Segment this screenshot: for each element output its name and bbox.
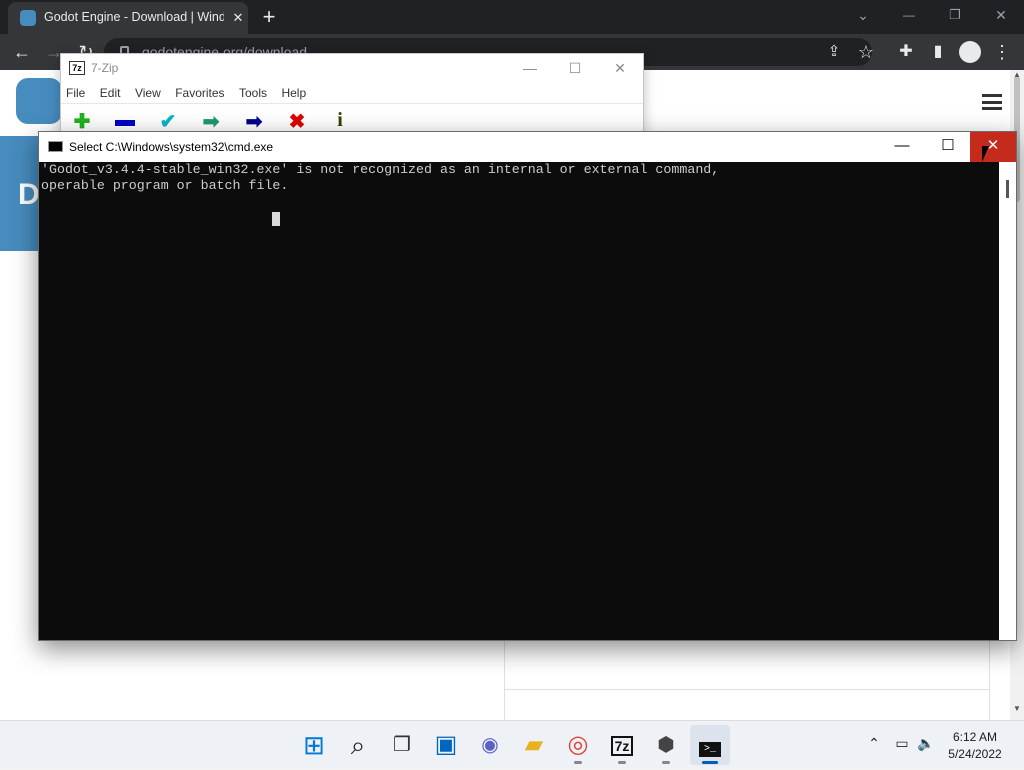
- page-hero: D: [0, 136, 40, 251]
- profile-icon[interactable]: [959, 41, 981, 63]
- chat-icon[interactable]: ◉: [470, 725, 510, 765]
- cmd-scroll-thumb[interactable]: [1006, 180, 1009, 198]
- chrome-icon[interactable]: ◎: [558, 725, 598, 765]
- cmd-app-icon: [48, 141, 63, 152]
- back-icon[interactable]: ←: [10, 40, 34, 64]
- cmd-titlebar[interactable]: Select C:\Windows\system32\cmd.exe — ☐ ✕: [39, 132, 1016, 162]
- widgets-glyph: ▣: [434, 731, 458, 758]
- window-close-icon[interactable]: ✕: [989, 3, 1013, 27]
- 7zip-taskbar-icon[interactable]: 7z: [602, 725, 642, 765]
- browser-tabstrip: Godot Engine - Download | Wind ✕ + ⌄ — ❐…: [0, 0, 1024, 34]
- 7zip-glyph: 7z: [610, 736, 634, 756]
- menu-file[interactable]: File: [61, 82, 90, 100]
- cmd-minimize-icon[interactable]: —: [879, 132, 925, 162]
- tab-title: Godot Engine - Download | Wind: [44, 10, 224, 24]
- 7zip-titlebar[interactable]: 7z 7-Zip — ☐ ✕: [61, 54, 643, 82]
- card-divider: [505, 689, 989, 690]
- new-tab-icon[interactable]: +: [257, 5, 281, 29]
- 7zip-app-icon: 7z: [69, 61, 85, 75]
- start-icon[interactable]: ⊞: [294, 725, 334, 765]
- sidebar-icon[interactable]: ▮: [926, 40, 950, 64]
- download-card: [504, 640, 990, 720]
- task-view-icon[interactable]: ❐: [382, 725, 422, 765]
- 7zip-menubar: File Edit View Favorites Tools Help: [61, 82, 643, 104]
- chat-glyph: ◉: [481, 734, 499, 756]
- cmd-output-line: 'Godot_v3.4.4-stable_win32.exe' is not r…: [41, 162, 720, 177]
- chevron-up-icon[interactable]: ⌃: [864, 735, 884, 752]
- search-icon[interactable]: ⌕: [338, 725, 378, 765]
- tab-close-icon[interactable]: ✕: [226, 6, 250, 30]
- godot-logo-icon[interactable]: [16, 78, 62, 124]
- cmd-maximize-icon[interactable]: ☐: [925, 132, 971, 162]
- window-restore-icon[interactable]: ❐: [943, 3, 967, 27]
- star-icon[interactable]: ☆: [854, 40, 878, 64]
- godot-favicon-icon: [20, 10, 36, 26]
- menu-tools[interactable]: Tools: [234, 82, 272, 100]
- file-explorer-glyph: ▰: [524, 731, 544, 758]
- unity-icon[interactable]: ⬢: [646, 725, 686, 765]
- task-view-glyph: ❐: [393, 734, 411, 756]
- menu-edit[interactable]: Edit: [95, 82, 126, 100]
- 7zip-minimize-icon[interactable]: —: [507, 54, 553, 82]
- search-glyph: ⌕: [350, 730, 366, 760]
- running-indicator: [662, 761, 670, 764]
- file-explorer-icon[interactable]: ▰: [514, 725, 554, 765]
- menu-help[interactable]: Help: [276, 82, 311, 100]
- browser-tab[interactable]: Godot Engine - Download | Wind ✕: [8, 2, 248, 34]
- running-indicator: [702, 761, 718, 764]
- chrome-glyph: ◎: [567, 731, 589, 758]
- cmd-window[interactable]: Select C:\Windows\system32\cmd.exe — ☐ ✕…: [38, 131, 1017, 641]
- hero-heading: D: [18, 178, 40, 211]
- text-cursor: [272, 212, 280, 226]
- cmd-scrollbar[interactable]: [999, 162, 1016, 640]
- cmd-output[interactable]: 'Godot_v3.4.4-stable_win32.exe' is not r…: [39, 162, 999, 640]
- running-indicator: [574, 761, 582, 764]
- share-icon[interactable]: ⇪: [822, 40, 846, 64]
- 7zip-close-icon[interactable]: ✕: [597, 54, 643, 82]
- running-indicator: [618, 761, 626, 764]
- widgets-icon[interactable]: ▣: [426, 725, 466, 765]
- tab-search-icon[interactable]: ⌄: [851, 3, 875, 27]
- clock-date[interactable]: 5/24/2022: [930, 747, 1020, 761]
- cmd-output-line: operable program or batch file.: [41, 178, 289, 193]
- 7zip-maximize-icon[interactable]: ☐: [552, 54, 598, 82]
- 7zip-title: 7-Zip: [91, 61, 119, 75]
- cmd-taskbar-icon[interactable]: >_: [690, 725, 730, 765]
- menu-favorites[interactable]: Favorites: [170, 82, 229, 100]
- hamburger-menu-icon[interactable]: [982, 94, 1002, 110]
- scroll-down-arrow-icon[interactable]: ▼: [1013, 704, 1021, 713]
- extract-icon[interactable]: ▬: [112, 109, 138, 132]
- unity-glyph: ⬢: [657, 734, 675, 756]
- taskbar: ⊞ ⌕ ❐ ▣ ◉ ▰ ◎ 7z ⬢ >_ ⌃ ▭ 🔈 6:12 AM 5/24…: [0, 720, 1024, 768]
- mouse-pointer-icon: [982, 146, 989, 162]
- clock-time[interactable]: 6:12 AM: [930, 730, 1020, 744]
- cmd-glyph: >_: [698, 742, 721, 757]
- window-minimize-icon[interactable]: —: [897, 3, 921, 27]
- cmd-title: Select C:\Windows\system32\cmd.exe: [69, 140, 274, 154]
- 7zip-window[interactable]: 7z 7-Zip — ☐ ✕ File Edit View Favorites …: [60, 53, 644, 143]
- extensions-icon[interactable]: ✚: [894, 40, 918, 64]
- scroll-up-arrow-icon[interactable]: ▲: [1013, 70, 1021, 79]
- cmd-close-icon[interactable]: ✕: [970, 132, 1016, 162]
- network-icon[interactable]: ▭: [892, 735, 912, 752]
- browser-menu-icon[interactable]: ⋮: [990, 40, 1014, 64]
- start-glyph: ⊞: [303, 730, 325, 760]
- info-icon[interactable]: i: [327, 109, 353, 132]
- menu-view[interactable]: View: [130, 82, 166, 100]
